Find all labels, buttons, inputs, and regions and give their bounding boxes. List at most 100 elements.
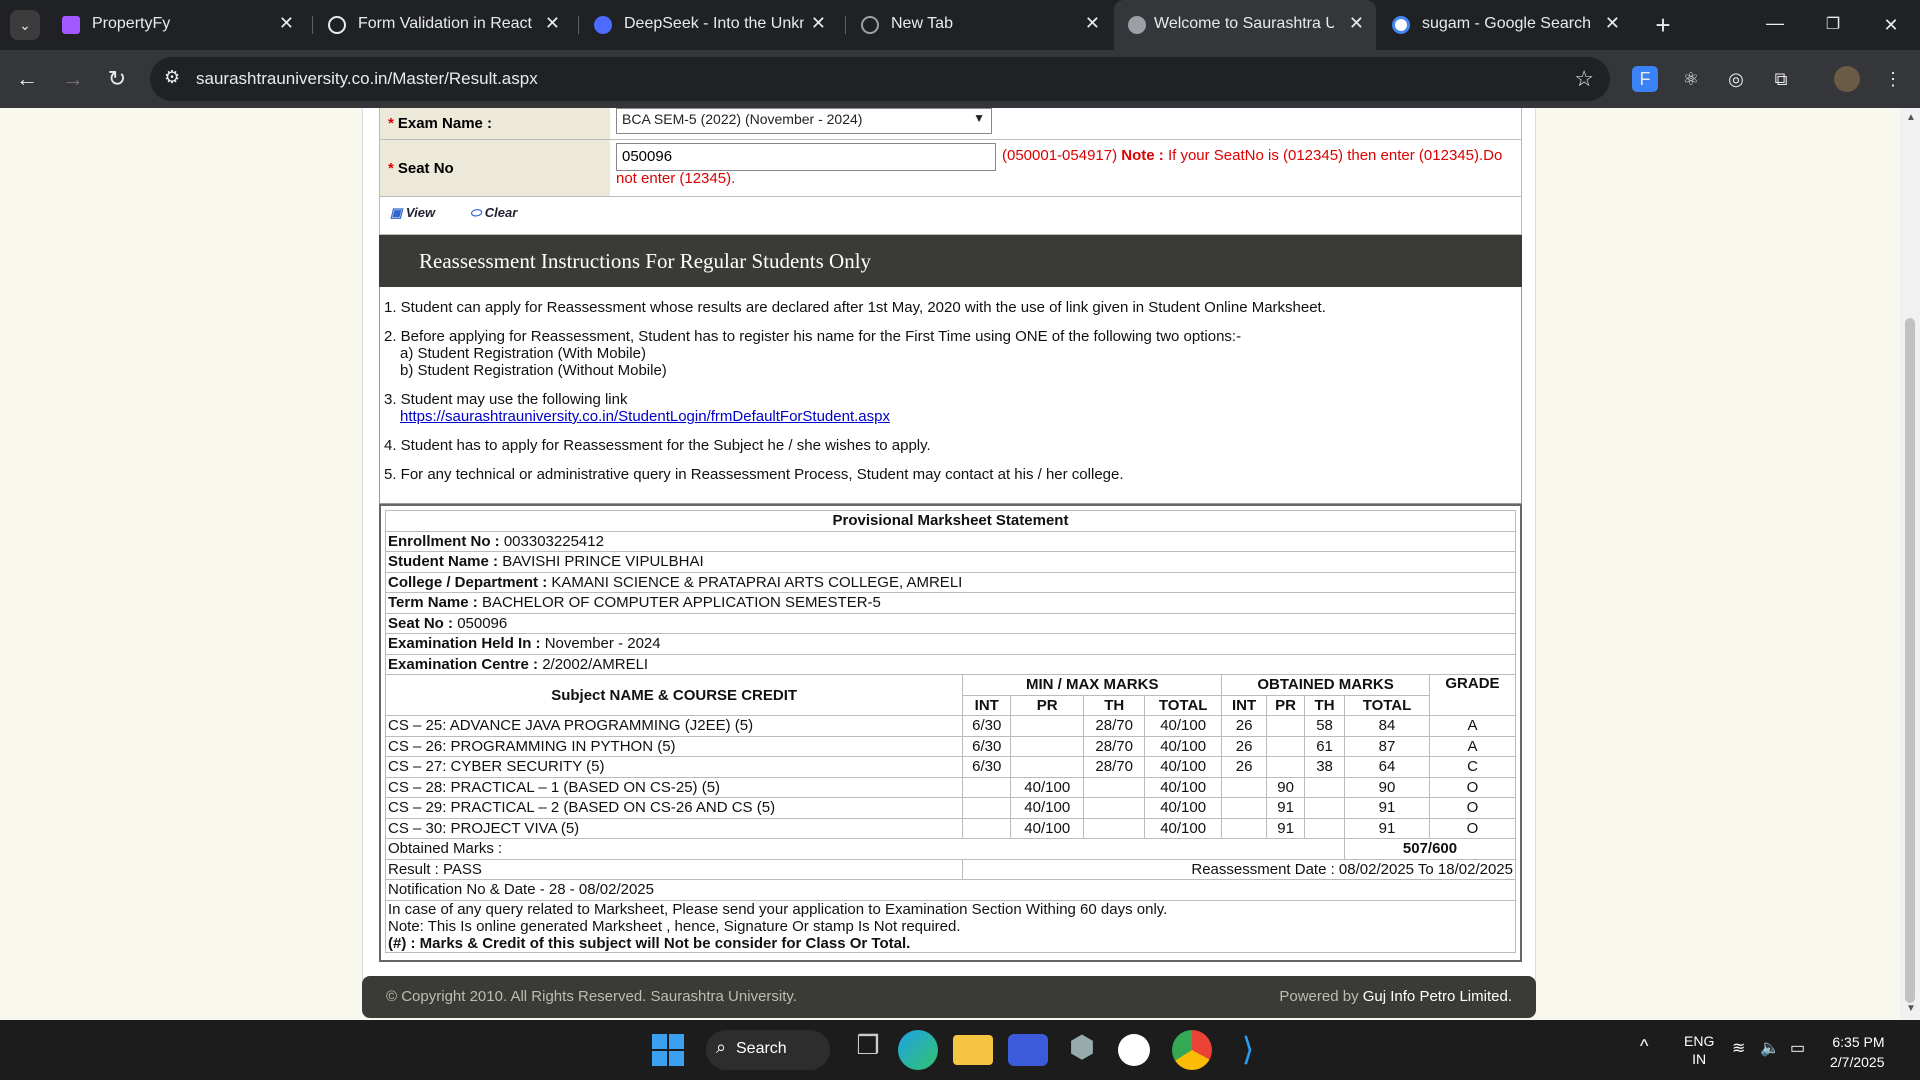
tab-saurashtra[interactable]: Welcome to Saurashtra Un ✕ (1114, 0, 1376, 50)
back-arrow-icon[interactable]: ← (12, 64, 42, 94)
marks-cell: 38 (1304, 756, 1346, 778)
action-row: ▣ View ⬭ Clear (379, 197, 1522, 235)
scroll-down-icon[interactable]: ▼ (1906, 1003, 1916, 1014)
table-row: CS – 28: PRACTICAL – 1 (BASED ON CS-25) … (384, 776, 1517, 798)
marks-cell: 28/70 (1083, 735, 1146, 757)
student-login-link[interactable]: https://saurashtrauniversity.co.in/Stude… (384, 408, 890, 425)
header-min-max: MIN / MAX MARKS (962, 674, 1223, 696)
tab-form-validation[interactable]: Form Validation in React ✕ (314, 0, 572, 50)
chrome-favicon-icon (861, 16, 879, 34)
marks-cell (1083, 776, 1146, 798)
taskbar-search[interactable]: ⌕ Search (706, 1030, 830, 1070)
task-view-icon[interactable]: ❒ (848, 1030, 888, 1070)
minimize-icon[interactable]: — (1760, 8, 1790, 38)
marks-cell: 40/100 (1144, 817, 1223, 839)
tab-propertyfy[interactable]: PropertyFy ✕ (48, 0, 306, 50)
header-subject: Subject NAME & COURSE CREDIT (384, 674, 964, 716)
tab-title: Welcome to Saurashtra Un (1154, 15, 1334, 32)
marks-cell (1304, 776, 1346, 798)
marks-cell: 91 (1344, 797, 1430, 819)
tab-search-button[interactable]: ⌄ (10, 10, 40, 40)
close-icon[interactable]: ✕ (545, 13, 560, 34)
close-icon[interactable]: ✕ (1085, 13, 1100, 34)
marks-cell (962, 817, 1012, 839)
app-leaf-icon[interactable] (1118, 1034, 1150, 1066)
file-explorer-icon[interactable] (953, 1035, 993, 1065)
close-icon[interactable]: ✕ (1605, 13, 1620, 34)
site-info-icon[interactable]: ⚙ (164, 67, 180, 88)
tab-new-tab[interactable]: New Tab ✕ (847, 0, 1112, 50)
subheader: TH (1083, 694, 1146, 716)
subject-name-cell: CS – 26: PROGRAMMING IN PYTHON (5) (384, 735, 964, 757)
powered-by: Powered by Guj Info Petro Limited. (1279, 988, 1512, 1005)
openai-favicon-icon (328, 16, 346, 34)
close-icon[interactable]: ✕ (279, 13, 294, 34)
marksheet-notes: In case of any query related to Markshee… (385, 899, 1516, 953)
scroll-thumb[interactable] (1905, 318, 1915, 1003)
windows-start-icon[interactable] (652, 1034, 684, 1066)
tab-deepseek[interactable]: DeepSeek - Into the Unkno ✕ (580, 0, 838, 50)
address-bar[interactable]: ⚙ saurashtrauniversity.co.in/Master/Resu… (150, 57, 1610, 101)
marks-cell (1083, 817, 1146, 839)
wifi-icon[interactable]: ≋ (1732, 1038, 1745, 1058)
tab-strip: ⌄ PropertyFy ✕ Form Validation in React … (0, 0, 1920, 50)
window-close-icon[interactable]: ✕ (1876, 10, 1906, 40)
close-icon[interactable]: ✕ (1349, 13, 1364, 34)
new-tab-icon[interactable]: + (1648, 10, 1678, 40)
app-icon[interactable] (1008, 1034, 1048, 1066)
marks-cell (962, 776, 1012, 798)
marks-cell: A (1428, 715, 1517, 737)
exam-name-row: * Exam Name : BCA SEM-5 (2022) (November … (379, 108, 1522, 140)
page-scrollbar[interactable]: ▲ ▼ (1900, 108, 1920, 1020)
clock[interactable]: 6:35 PM 2/7/2025 (1830, 1032, 1885, 1072)
profile-avatar[interactable] (1834, 66, 1860, 92)
reload-icon[interactable]: ↻ (102, 64, 132, 94)
marksheet-table: Provisional Marksheet Statement Enrollme… (384, 510, 1517, 953)
notification-text: Notification No & Date - 28 - 08/02/2025 (385, 879, 1516, 901)
more-menu-icon[interactable]: ⋮ (1880, 66, 1906, 92)
vscode-icon[interactable]: ⟩ (1228, 1030, 1268, 1070)
language-indicator[interactable]: ENG IN (1684, 1032, 1714, 1068)
chevron-up-icon[interactable]: ^ (1640, 1036, 1648, 1057)
extension-target-icon[interactable]: ◎ (1723, 66, 1749, 92)
subheader: INT (1221, 694, 1268, 716)
marks-cell: 26 (1221, 756, 1268, 778)
info-row: Term Name : BACHELOR OF COMPUTER APPLICA… (385, 592, 1516, 614)
clear-button[interactable]: ⬭ Clear (470, 205, 517, 221)
view-button[interactable]: ▣ View (390, 205, 435, 221)
battery-icon[interactable]: ▭ (1790, 1038, 1805, 1058)
reassessment-date: Reassessment Date : 08/02/2025 To 18/02/… (962, 858, 1516, 880)
tab-google-search[interactable]: sugam - Google Search ✕ (1378, 0, 1632, 50)
extension-ft-icon[interactable]: F (1632, 66, 1658, 92)
edge-icon[interactable] (898, 1030, 938, 1070)
table-row: CS – 29: PRACTICAL – 2 (BASED ON CS-26 A… (384, 797, 1517, 819)
chrome-taskbar-icon[interactable] (1172, 1030, 1212, 1070)
table-row: CS – 25: ADVANCE JAVA PROGRAMMING (J2EE)… (384, 715, 1517, 737)
info-row: Enrollment No : 003303225412 (385, 530, 1516, 552)
exam-name-select[interactable]: BCA SEM-5 (2022) (November - 2024) ▼ (616, 108, 992, 134)
tab-title: sugam - Google Search (1422, 15, 1591, 32)
subject-name-cell: CS – 29: PRACTICAL – 2 (BASED ON CS-26 A… (384, 797, 964, 819)
marks-cell: 40/100 (1010, 797, 1085, 819)
bookmark-star-icon[interactable]: ☆ (1574, 66, 1594, 92)
forward-arrow-icon[interactable]: → (58, 64, 88, 94)
react-devtools-icon[interactable]: ⚛ (1678, 66, 1704, 92)
company-link[interactable]: Guj Info Petro Limited. (1363, 988, 1512, 1005)
marks-cell: 91 (1344, 817, 1430, 839)
marks-cell: 28/70 (1083, 756, 1146, 778)
windows-taskbar: ⌕ Search ❒ ⬢ ⟩ ^ ENG IN ≋ 🔈 ▭ 6:35 PM 2/7/2… (0, 1020, 1920, 1080)
exam-name-label: * Exam Name : (380, 108, 610, 139)
marks-cell: 87 (1344, 735, 1430, 757)
scroll-up-icon[interactable]: ▲ (1906, 112, 1916, 123)
marks-cell (1304, 797, 1346, 819)
restore-icon[interactable]: ❐ (1818, 10, 1848, 40)
subheader: TOTAL (1144, 694, 1223, 716)
close-icon[interactable]: ✕ (811, 13, 826, 34)
extensions-puzzle-icon[interactable]: ⧉ (1768, 66, 1794, 92)
google-favicon-icon (1392, 16, 1410, 34)
app-hex-icon[interactable]: ⬢ (1062, 1030, 1102, 1070)
marks-cell: O (1428, 817, 1517, 839)
marks-cell: 90 (1266, 776, 1306, 798)
marks-cell: 91 (1266, 797, 1306, 819)
volume-icon[interactable]: 🔈 (1760, 1038, 1780, 1058)
